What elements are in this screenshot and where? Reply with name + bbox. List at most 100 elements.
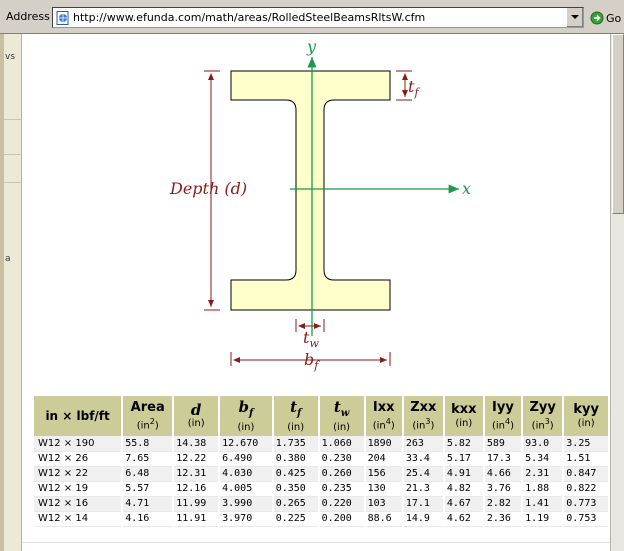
column-header-name: tf [290,397,302,419]
column-header: bf (in) [219,396,274,436]
table-cell: 0.265 [272,496,320,512]
column-header: Zxx (in3) [402,396,445,436]
table-cell: 3.25 [563,436,608,452]
table-cell: 4.82 [443,481,485,497]
table-cell: 21.3 [402,481,445,497]
column-header-name: Zyy [529,399,556,415]
table-cell: 14.9 [402,511,445,527]
table-cell: 88.6 [364,511,404,527]
table-cell: 14.38 [173,436,221,452]
table-cell: 6.48 [122,466,175,482]
table-cell: 5.17 [443,451,485,467]
column-header: Iyy (in4) [483,396,524,436]
address-input[interactable]: http://www.efunda.com/math/areas/RolledS… [52,7,584,28]
table-cell: 0.200 [318,511,366,527]
table-cell: 4.71 [122,496,175,512]
table-cell: 4.030 [219,466,274,482]
table-cell: 130 [364,481,404,497]
table-cell: 11.91 [173,511,221,527]
column-header-name: Ixx [372,399,395,415]
table-cell: 0.822 [563,481,608,497]
table-cell: 93.0 [522,436,565,452]
table-cell: 0.847 [563,466,608,482]
column-header-name: d [190,401,202,419]
table-cell: 12.16 [173,481,221,497]
address-url: http://www.efunda.com/math/areas/RolledS… [73,11,426,24]
table-cell: 0.753 [563,511,608,527]
table-cell: 2.36 [483,511,524,527]
column-header-unit: (in) [237,421,255,433]
left-frame-text-2: a [5,254,11,264]
table-cell: 1890 [364,436,404,452]
column-header-unit: (in3) [531,416,554,432]
tw-label: tw [303,328,319,350]
table-cell: 11.99 [173,496,221,512]
column-header: kxx (in) [443,396,485,436]
table-cell: 4.91 [443,466,485,482]
page-content: y x Depth (d) tf tw bf in × lbf/ft Area … [22,34,610,551]
column-header-name: kxx [451,402,477,417]
table-cell: 3.990 [219,496,274,512]
table-cell: 4.62 [443,511,485,527]
i-beam-shape [230,70,391,311]
table-body: W12 × 190 55.8 14.38 12.670 1.735 1.060 1890 26… [34,436,608,527]
cell-designation: W12 × 190 [34,436,124,452]
table-cell: 17.3 [483,451,524,467]
column-header: d (in) [173,396,221,436]
page-bottom-rule [22,542,610,543]
column-header: tf (in) [272,396,320,436]
table-cell: 33.4 [402,451,445,467]
column-header: Ixx (in4) [364,396,404,436]
table-cell: 55.8 [122,436,175,452]
left-frame-border [0,34,4,551]
table-cell: 0.230 [318,451,366,467]
column-header: kyy (in) [563,396,608,436]
table-cell: 204 [364,451,404,467]
column-header-name: Zxx [410,399,437,415]
table-cell: 2.82 [483,496,524,512]
go-button[interactable]: Go [590,8,624,28]
x-axis-label: x [462,179,471,198]
column-header-name: Iyy [492,399,514,415]
column-header-name: bf [238,397,254,419]
table-cell: 25.4 [402,466,445,482]
column-header-name: Area [130,399,165,415]
table-row: W12 × 14 4.16 11.91 3.970 0.225 0.200 88.6 14.9… [34,511,608,527]
left-divider [4,154,22,155]
column-header-name: kyy [573,402,599,417]
column-header-unit: (in4) [372,416,395,432]
table-cell: 4.67 [443,496,485,512]
table-cell: 103 [364,496,404,512]
i-beam-diagram: y x Depth (d) tf tw bf [169,37,471,372]
vertical-scrollbar[interactable] [610,34,624,551]
address-dropdown-button[interactable] [566,8,583,27]
table-cell: 12.22 [173,451,221,467]
go-arrow-icon [590,11,604,25]
column-header: Area (in2) [122,396,175,436]
table-cell: 4.005 [219,481,274,497]
table-cell: 0.260 [318,466,366,482]
go-label: Go [606,11,622,25]
column-header-designation: in × lbf/ft [34,396,124,436]
left-divider [4,182,22,183]
table-cell: 263 [402,436,445,452]
table-cell: 5.82 [443,436,485,452]
scrollbar-thumb[interactable] [612,34,624,214]
table-cell: 17.1 [402,496,445,512]
page-icon [56,11,69,25]
tf-label: tf [408,77,420,99]
cell-designation: W12 × 26 [34,451,124,467]
table-cell: 5.57 [122,481,175,497]
table-row: W12 × 19 5.57 12.16 4.005 0.350 0.235 130 21.3 4… [34,481,608,497]
column-header-unit: (in) [287,421,305,433]
depth-label: Depth (d) [169,179,247,198]
column-header-name: tw [333,397,350,419]
table-cell: 0.380 [272,451,320,467]
address-label: Address [6,10,50,23]
left-divider [4,119,22,120]
table-cell: 1.735 [272,436,320,452]
column-header-unit: (in) [187,418,205,429]
column-header: Zyy (in3) [522,396,565,436]
table-cell: 3.970 [219,511,274,527]
table-cell: 0.235 [318,481,366,497]
